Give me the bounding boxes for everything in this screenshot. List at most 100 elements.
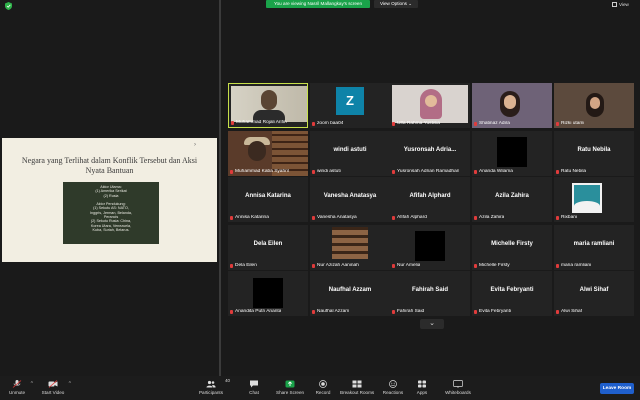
video-feed [415, 231, 445, 261]
mic-muted-icon [230, 216, 233, 220]
participant-tile[interactable]: Michelle Firsty Michelle Firsty [472, 225, 552, 270]
chat-button[interactable]: Chat [244, 380, 264, 400]
caret-up-icon[interactable]: ^ [31, 381, 33, 387]
participant-tile[interactable]: Zzoom baa04 [310, 83, 390, 128]
participant-name-text: Annisa Katarina [235, 215, 269, 220]
mic-muted-icon [312, 310, 315, 314]
participant-name-text: Evita Febryanti [479, 309, 511, 314]
mic-muted-icon [312, 264, 315, 268]
participant-tile[interactable]: Naufhal Azzam Naufhal Azzam [310, 271, 390, 316]
participant-tile[interactable]: Vanesha Anatasya Vanesha Anatasya [310, 177, 390, 222]
participant-display-name: Yusronsah Adria... [403, 147, 457, 153]
view-label: View [619, 2, 629, 7]
participant-name-text: Anandita Putri Ananta [235, 309, 282, 314]
participant-tile[interactable]: Nur Azizah Aaninah [310, 225, 390, 270]
participant-name-text: windi astuti [317, 169, 341, 174]
participant-display-name: Azila Zahira [495, 193, 529, 199]
participant-name: Ananda Wilama [474, 169, 513, 175]
participant-tile[interactable]: Evita Febryanti Evita Febryanti [472, 271, 552, 316]
share-screen-button[interactable]: Share Screen [276, 380, 304, 400]
mic-muted-icon [312, 216, 315, 220]
unmute-button[interactable]: Unmute ^ [6, 380, 33, 400]
mic-muted-icon [474, 170, 477, 174]
participant-tile[interactable]: Anandita Putri Ananta [228, 271, 308, 316]
breakout-rooms-button[interactable]: Breakout Rooms [340, 380, 374, 400]
record-label: Record [315, 390, 331, 395]
reactions-button[interactable]: Reactions [382, 380, 404, 400]
mic-muted-icon [474, 122, 477, 126]
participant-display-name: Annisa Katarina [245, 193, 291, 199]
participant-tile[interactable]: Rixbani [554, 177, 634, 222]
participant-display-name: Dela Eilen [253, 241, 283, 247]
mic-muted-icon [231, 121, 234, 125]
participants-button[interactable]: 40 Participants [198, 378, 230, 400]
participant-name: maria ramliani [556, 263, 591, 269]
mic-muted-icon [392, 170, 395, 174]
participant-tile[interactable]: Rizki utami [554, 83, 634, 128]
security-shield-icon[interactable] [5, 2, 12, 10]
participant-tile[interactable]: Ananda Wilama [472, 131, 552, 176]
participant-name: zoom baa04 [312, 121, 343, 127]
participant-tile[interactable]: Yusronsah Adria... Yusronsah Adrian Ramad… [390, 131, 470, 176]
participant-tile[interactable]: Alwi Sihaf Alwi Sihaf [554, 271, 634, 316]
participant-name-text: Muhammad Kaba Syahril [235, 169, 289, 174]
participant-name: Afifah Alphard [392, 215, 427, 221]
zoom-meeting-window: You are viewing Nasril Mallangkay's scre… [0, 0, 640, 400]
participant-name-text: Ulfa Rahma Yustisia [397, 121, 441, 126]
participant-display-name: Michelle Firsty [491, 241, 533, 247]
participant-name: Michelle Firsty [474, 263, 510, 269]
share-screen-icon [285, 380, 295, 388]
mic-muted-icon [474, 264, 477, 268]
participant-name: Anandita Putri Ananta [230, 309, 281, 315]
breakout-rooms-label: Breakout Rooms [340, 390, 375, 395]
participant-name-text: Rixbani [561, 215, 577, 220]
participant-name: Nur Azizah Aaninah [312, 263, 359, 269]
participant-name-text: Ratu Nebila [561, 169, 587, 174]
mic-muted-icon [556, 264, 559, 268]
view-options-button[interactable]: View Options ⌄ [374, 0, 418, 8]
video-off-icon [48, 380, 58, 388]
participants-label: Participants [198, 390, 223, 395]
participant-display-name: Vanesha Anatasya [323, 193, 377, 199]
chevron-down-icon[interactable]: ⌄ [420, 319, 444, 329]
split-divider[interactable] [219, 0, 221, 376]
participant-tile[interactable]: Muhammad Rojali Arifin [228, 83, 308, 128]
start-video-label: Start Video [41, 390, 65, 395]
participant-tile[interactable]: windi astuti windi astuti [310, 131, 390, 176]
participant-tile[interactable]: Ratu Nebila Ratu Nebila [554, 131, 634, 176]
mic-muted-icon [312, 170, 315, 174]
participant-name: Ulfa Rahma Yustisia [392, 121, 440, 127]
participant-name: Azila Zahira [474, 215, 504, 221]
participant-tile[interactable]: maria ramliani maria ramliani [554, 225, 634, 270]
participant-tile[interactable]: Shatinaz Adira [472, 83, 552, 128]
apps-button[interactable]: Apps [414, 380, 430, 400]
participant-tile[interactable]: Dela Eilen Dela Eilen [228, 225, 308, 270]
whiteboards-button[interactable]: Whiteboards [444, 380, 472, 400]
participant-name-text: Nur Azizah Aaninah [317, 263, 359, 268]
participant-tile[interactable]: Muhammad Kaba Syahril [228, 131, 308, 176]
participant-tile[interactable]: Azila Zahira Azila Zahira [472, 177, 552, 222]
mic-muted-icon [392, 264, 395, 268]
participant-tile[interactable]: Ulfa Rahma Yustisia [390, 83, 470, 128]
participant-tile[interactable]: Annisa Katarina Annisa Katarina [228, 177, 308, 222]
mic-muted-icon [392, 216, 395, 220]
participant-name-text: Dela Eilen [235, 263, 257, 268]
participant-name-text: Afifah Alphard [397, 215, 427, 220]
breakout-rooms-icon [352, 380, 362, 388]
leave-room-button[interactable]: Leave Room [600, 383, 634, 394]
participant-tile[interactable]: Afifah Alphard Afifah Alphard [390, 177, 470, 222]
participant-tile[interactable]: Nur Amelia [390, 225, 470, 270]
record-button[interactable]: Record [314, 380, 332, 400]
participant-name-text: Vanesha Anatasya [317, 215, 357, 220]
caret-up-icon[interactable]: ^ [69, 381, 71, 387]
mic-muted-icon [474, 216, 477, 220]
start-video-button[interactable]: Start Video ^ [40, 380, 71, 400]
participant-name-text: Azila Zahira [479, 215, 505, 220]
participant-name-text: Muhammad Rojali Arifin [236, 120, 287, 125]
participant-name: Muhammad Kaba Syahril [230, 169, 289, 175]
record-icon [319, 380, 327, 388]
participant-tile[interactable]: Fahirah Said Fahirah Said [390, 271, 470, 316]
view-button[interactable]: View [612, 1, 629, 8]
video-feed [253, 278, 283, 308]
participant-name: Muhammad Rojali Arifin [231, 120, 287, 126]
